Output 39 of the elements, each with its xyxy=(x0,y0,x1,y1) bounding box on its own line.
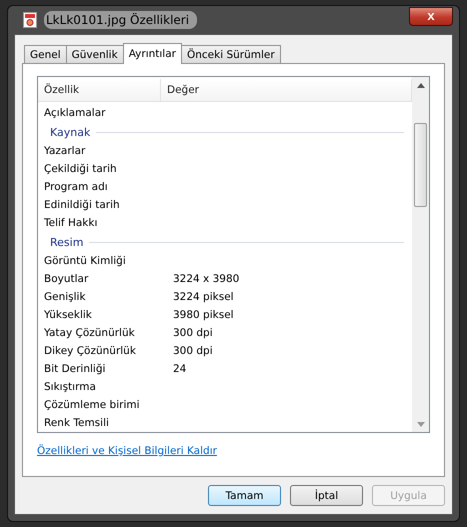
property-name: Görüntü Kimliği xyxy=(43,255,127,267)
dialog-button[interactable]: İptal xyxy=(290,485,363,506)
property-name: Genişlik xyxy=(43,291,87,303)
section-heading: Kaynak xyxy=(50,126,90,138)
property-name: Boyutlar xyxy=(43,273,90,285)
property-name: Yazarlar xyxy=(43,145,86,157)
scroll-down-icon[interactable] xyxy=(416,422,424,427)
property-value: 300 dpi xyxy=(172,327,214,339)
scrollbar[interactable] xyxy=(412,77,429,432)
image-file-icon xyxy=(23,12,37,28)
section-heading: Resim xyxy=(50,236,84,248)
property-name: Sıkıştırma xyxy=(43,381,97,393)
property-name: Yatay Çözünürlük xyxy=(43,327,136,339)
tab[interactable]: Güvenlik xyxy=(66,45,124,63)
property-value: 3224 piksel xyxy=(172,291,235,303)
property-value: 3224 x 3980 xyxy=(172,273,240,285)
property-value: 300 dpi xyxy=(172,345,214,357)
remove-properties-link[interactable]: Özellikleri ve Kişisel Bilgileri Kaldır xyxy=(37,445,217,457)
property-name: Yükseklik xyxy=(43,309,93,321)
property-name: Telif Hakkı xyxy=(43,217,98,229)
property-name: Açıklamalar xyxy=(43,107,106,119)
property-name: Renk Temsili xyxy=(43,417,110,429)
tab[interactable]: Önceki Sürümler xyxy=(180,45,281,63)
dialog-button[interactable]: Tamam xyxy=(208,485,281,506)
property-name: Bit Derinliği xyxy=(43,363,106,375)
scroll-thumb[interactable] xyxy=(414,123,427,207)
property-name: Çözümleme birimi xyxy=(43,399,141,411)
property-name: Çekildiği tarih xyxy=(43,163,118,175)
property-value: 3980 piksel xyxy=(172,309,235,321)
property-name: Program adı xyxy=(43,181,109,193)
tab[interactable]: Ayrıntılar xyxy=(122,43,182,64)
close-button[interactable]: x xyxy=(409,6,453,26)
tab[interactable]: Genel xyxy=(24,45,67,63)
property-name: Edinildiği tarih xyxy=(43,199,121,211)
scroll-up-icon[interactable] xyxy=(416,83,424,88)
column-header[interactable]: Özellik xyxy=(38,79,161,101)
window-title: LkLk0101.jpg Özellikleri xyxy=(44,11,198,29)
property-value: 24 xyxy=(172,363,188,375)
property-name: Dikey Çözünürlük xyxy=(43,345,137,357)
